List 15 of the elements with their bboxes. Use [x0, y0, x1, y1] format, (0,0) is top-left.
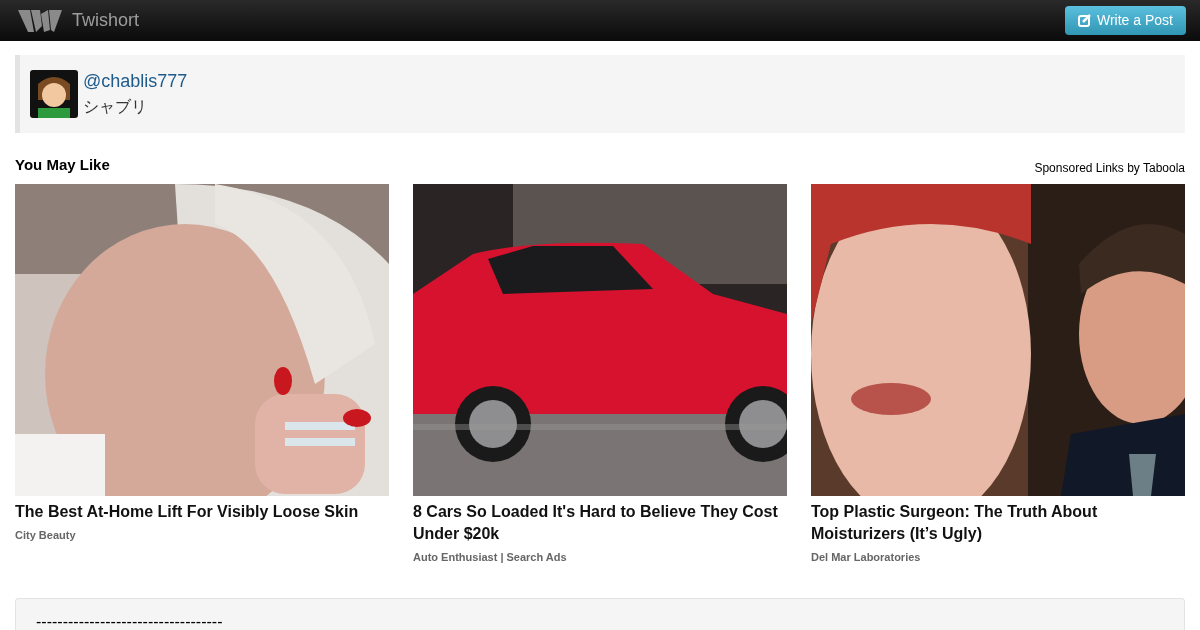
article-title[interactable]: 8 Cars So Loaded It's Hard to Believe They Cost Under $20k [413, 500, 787, 545]
section-heading: You May Like [15, 155, 110, 175]
article-title[interactable]: The Best At-Home Lift For Visibly Loose Skin [15, 500, 389, 523]
display-name: シャブリ [83, 97, 148, 117]
article-source: Auto Enthusiast | Search Ads [413, 549, 568, 565]
article-source: City Beauty [15, 527, 77, 543]
article-source: Del Mar Laboratories [811, 549, 922, 565]
sponsor-link[interactable]: Sponsored Links by Taboola [1034, 158, 1185, 177]
edit-icon [1078, 14, 1091, 27]
logo-icon[interactable] [18, 7, 62, 34]
post-text: ----------------------------------- [36, 613, 224, 630]
article-title[interactable]: Top Plastic Surgeon: The Truth About Moisturizers (It’s Ugly) [811, 500, 1185, 545]
brand-name[interactable]: Twishort [72, 7, 140, 34]
avatar[interactable] [30, 70, 78, 118]
username-link[interactable]: @chablis777 [83, 70, 188, 92]
